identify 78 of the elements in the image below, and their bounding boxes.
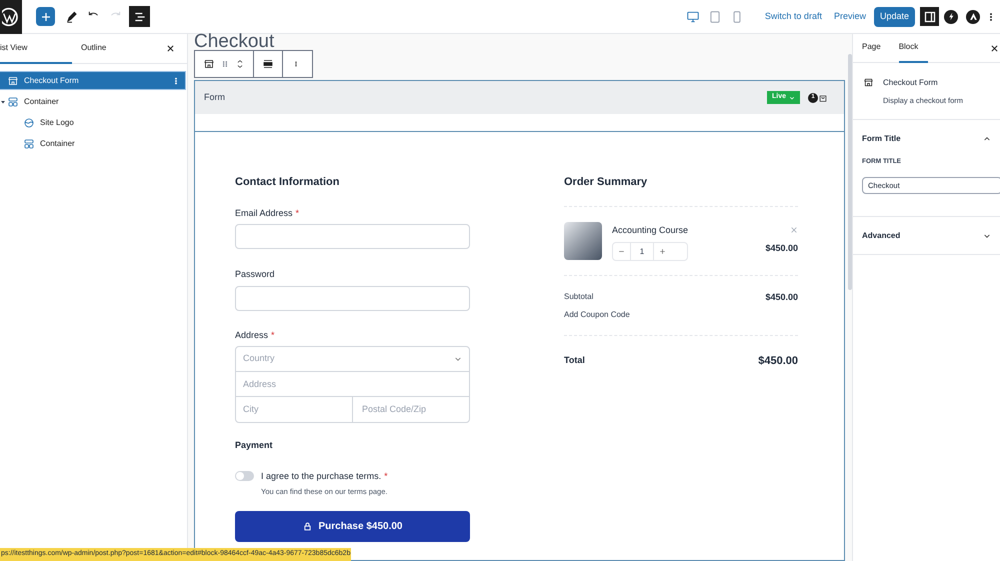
item-options-icon[interactable]	[172, 76, 180, 86]
list-view-item[interactable]: Container	[0, 135, 185, 152]
field-label: Password	[235, 268, 275, 281]
input-field[interactable]	[235, 286, 470, 310]
item-label: Container	[24, 96, 60, 108]
inspector-tab[interactable]: Page	[862, 34, 881, 62]
page-title: Checkout	[194, 34, 274, 50]
store-icon	[7, 74, 19, 86]
logo-icon	[23, 116, 35, 128]
panel-header[interactable]: Form Title	[862, 120, 991, 158]
required-mark: *	[384, 470, 388, 482]
photo-placeholder	[564, 222, 602, 260]
list-view-tab[interactable]: ist View	[0, 34, 72, 64]
lock-icon	[302, 522, 312, 532]
section-heading: Order Summary	[564, 175, 648, 190]
wordpress-logo[interactable]	[0, 0, 22, 34]
section-heading: Payment	[235, 439, 274, 452]
item-label: Checkout Form	[24, 74, 80, 86]
product-price: $450.00	[765, 242, 798, 254]
total-label: Total	[564, 354, 585, 367]
quantity-value: 1	[638, 246, 646, 258]
container-icon	[7, 96, 19, 108]
list-view-item[interactable]: Container	[0, 93, 185, 110]
input-field[interactable]: City	[236, 397, 353, 422]
update-button[interactable]: Update	[874, 6, 915, 26]
inspector-tab[interactable]: Block	[898, 34, 928, 62]
input-field[interactable]: Address	[236, 372, 469, 397]
section-heading: Contact Information	[235, 175, 340, 190]
minus-icon[interactable]	[618, 248, 625, 255]
chevron-icon[interactable]	[983, 134, 991, 143]
input-field[interactable]	[235, 224, 470, 249]
pencil-icon[interactable]	[65, 10, 79, 24]
field-label: Address	[235, 328, 268, 342]
store-icon	[863, 77, 874, 88]
field-label: Email Address	[235, 206, 293, 220]
document-overview-button[interactable]	[129, 6, 150, 27]
switch-to-draft-link[interactable]: Switch to draft	[764, 10, 822, 24]
block-name: Checkout Form	[883, 77, 939, 89]
desktop-preview-icon[interactable]	[686, 10, 700, 24]
chevron-down-icon[interactable]	[454, 355, 462, 363]
align-icon[interactable]	[262, 58, 274, 70]
required-mark: *	[296, 206, 300, 220]
add-block-button[interactable]	[36, 7, 55, 26]
total-value: $450.00	[758, 354, 798, 368]
lightning-plugin-icon[interactable]	[944, 10, 958, 24]
tablet-preview-icon[interactable]	[708, 10, 722, 24]
preview-link[interactable]: Preview	[834, 10, 866, 24]
sidebar-icon[interactable]	[924, 10, 936, 22]
scrollbar-thumb[interactable]	[848, 54, 852, 290]
triangle-plugin-icon[interactable]	[966, 10, 980, 24]
add-coupon-link[interactable]: Add Coupon Code	[564, 308, 630, 320]
quantity-stepper[interactable]: 1	[612, 242, 688, 261]
settings-sidebar-toggle[interactable]	[920, 7, 939, 26]
remove-icon[interactable]	[790, 226, 798, 234]
item-label: Site Logo	[40, 116, 75, 128]
item-label: Container	[40, 138, 76, 150]
chevron-down-icon[interactable]	[789, 94, 795, 100]
drag-handle-icon[interactable]	[221, 59, 229, 69]
input-field[interactable]: Postal Code/Zip	[353, 397, 469, 422]
store-icon[interactable]	[203, 58, 215, 70]
product-name: Accounting Course	[612, 224, 688, 237]
required-mark: *	[271, 328, 275, 342]
list-view-item[interactable]: Site Logo	[0, 114, 185, 131]
plus-icon[interactable]	[659, 248, 666, 255]
panel-header[interactable]: Advanced	[862, 217, 991, 254]
caret-icon[interactable]	[0, 98, 6, 104]
close-icon[interactable]	[990, 44, 999, 52]
container-icon	[23, 138, 35, 150]
form-label: Form	[204, 90, 226, 104]
subtotal-label: Subtotal	[564, 291, 594, 303]
bag-icon[interactable]	[818, 92, 828, 102]
close-icon[interactable]	[166, 44, 175, 53]
list-view-tab[interactable]: Outline	[72, 34, 144, 64]
list-view-item[interactable]: Checkout Form	[0, 72, 185, 89]
terms-toggle[interactable]	[235, 471, 254, 482]
purchase-button[interactable]: Purchase $450.00	[235, 511, 470, 542]
subtotal-value: $450.00	[765, 291, 798, 304]
terms-label: I agree to the purchase terms.	[261, 470, 382, 483]
